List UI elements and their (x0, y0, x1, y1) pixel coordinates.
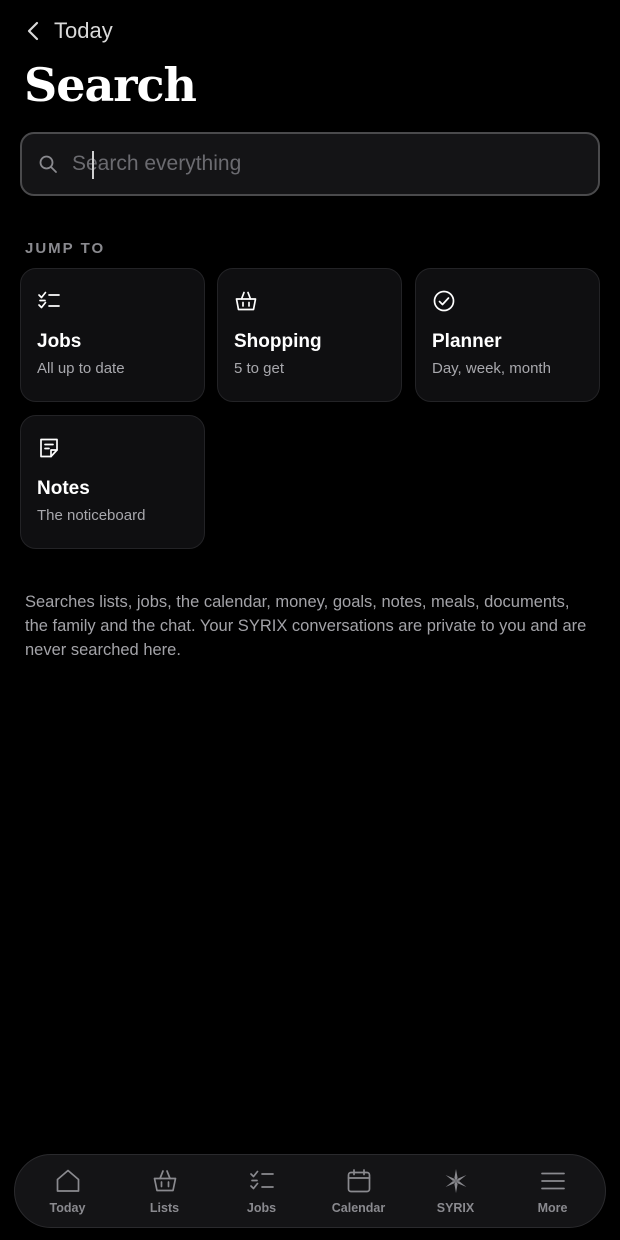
nav-item-syrix[interactable]: SYRIX (408, 1167, 504, 1215)
card-subtitle: All up to date (37, 360, 125, 377)
jump-card-jobs[interactable]: Jobs All up to date (20, 268, 205, 402)
nav-label: More (537, 1201, 568, 1215)
search-scope-description: Searches lists, jobs, the calendar, mone… (25, 593, 587, 659)
back-label: Today (54, 18, 113, 43)
nav-label: Lists (149, 1201, 180, 1215)
jump-card-shopping[interactable]: Shopping 5 to get (217, 268, 402, 402)
nav-label: Jobs (246, 1201, 277, 1215)
card-title: Planner (432, 331, 502, 352)
chevron-left-icon (27, 21, 39, 41)
page-title: Search (24, 58, 197, 112)
syrix-star-icon (445, 1169, 466, 1193)
search-input[interactable] (72, 134, 598, 194)
search-icon (39, 155, 57, 173)
checklist-icon (38, 291, 60, 309)
basket-icon (153, 1170, 176, 1192)
nav-item-lists[interactable]: Lists (117, 1167, 213, 1215)
basket-icon (235, 291, 257, 311)
card-subtitle: The noticeboard (37, 507, 146, 524)
home-icon (56, 1169, 79, 1192)
nav-item-jobs[interactable]: Jobs (214, 1167, 310, 1215)
card-title: Shopping (234, 331, 322, 352)
search-screen: Today Search JUMP TO Jobs All up to date (0, 0, 620, 1240)
nav-label: SYRIX (436, 1201, 475, 1215)
nav-item-today[interactable]: Today (20, 1167, 116, 1215)
card-subtitle: Day, week, month (432, 360, 551, 377)
jump-card-notes[interactable]: Notes The noticeboard (20, 415, 205, 549)
checklist-icon (249, 1170, 274, 1190)
check-circle-icon (433, 290, 455, 312)
text-caret (92, 151, 94, 179)
nav-item-calendar[interactable]: Calendar (311, 1167, 407, 1215)
nav-item-more[interactable]: More (505, 1167, 601, 1215)
bottom-nav: Today Lists Jobs Calendar SYRIX More (14, 1154, 606, 1228)
nav-label: Today (49, 1201, 86, 1215)
jump-to-label: JUMP TO (25, 240, 106, 257)
menu-icon (540, 1172, 565, 1190)
jump-card-planner[interactable]: Planner Day, week, month (415, 268, 600, 402)
nav-label: Calendar (331, 1201, 386, 1215)
search-box[interactable] (20, 132, 600, 196)
note-icon (40, 438, 58, 458)
back-button[interactable]: Today (24, 14, 113, 48)
card-title: Jobs (37, 331, 82, 352)
card-subtitle: 5 to get (234, 360, 285, 377)
calendar-icon (347, 1169, 370, 1193)
card-title: Notes (37, 478, 90, 499)
